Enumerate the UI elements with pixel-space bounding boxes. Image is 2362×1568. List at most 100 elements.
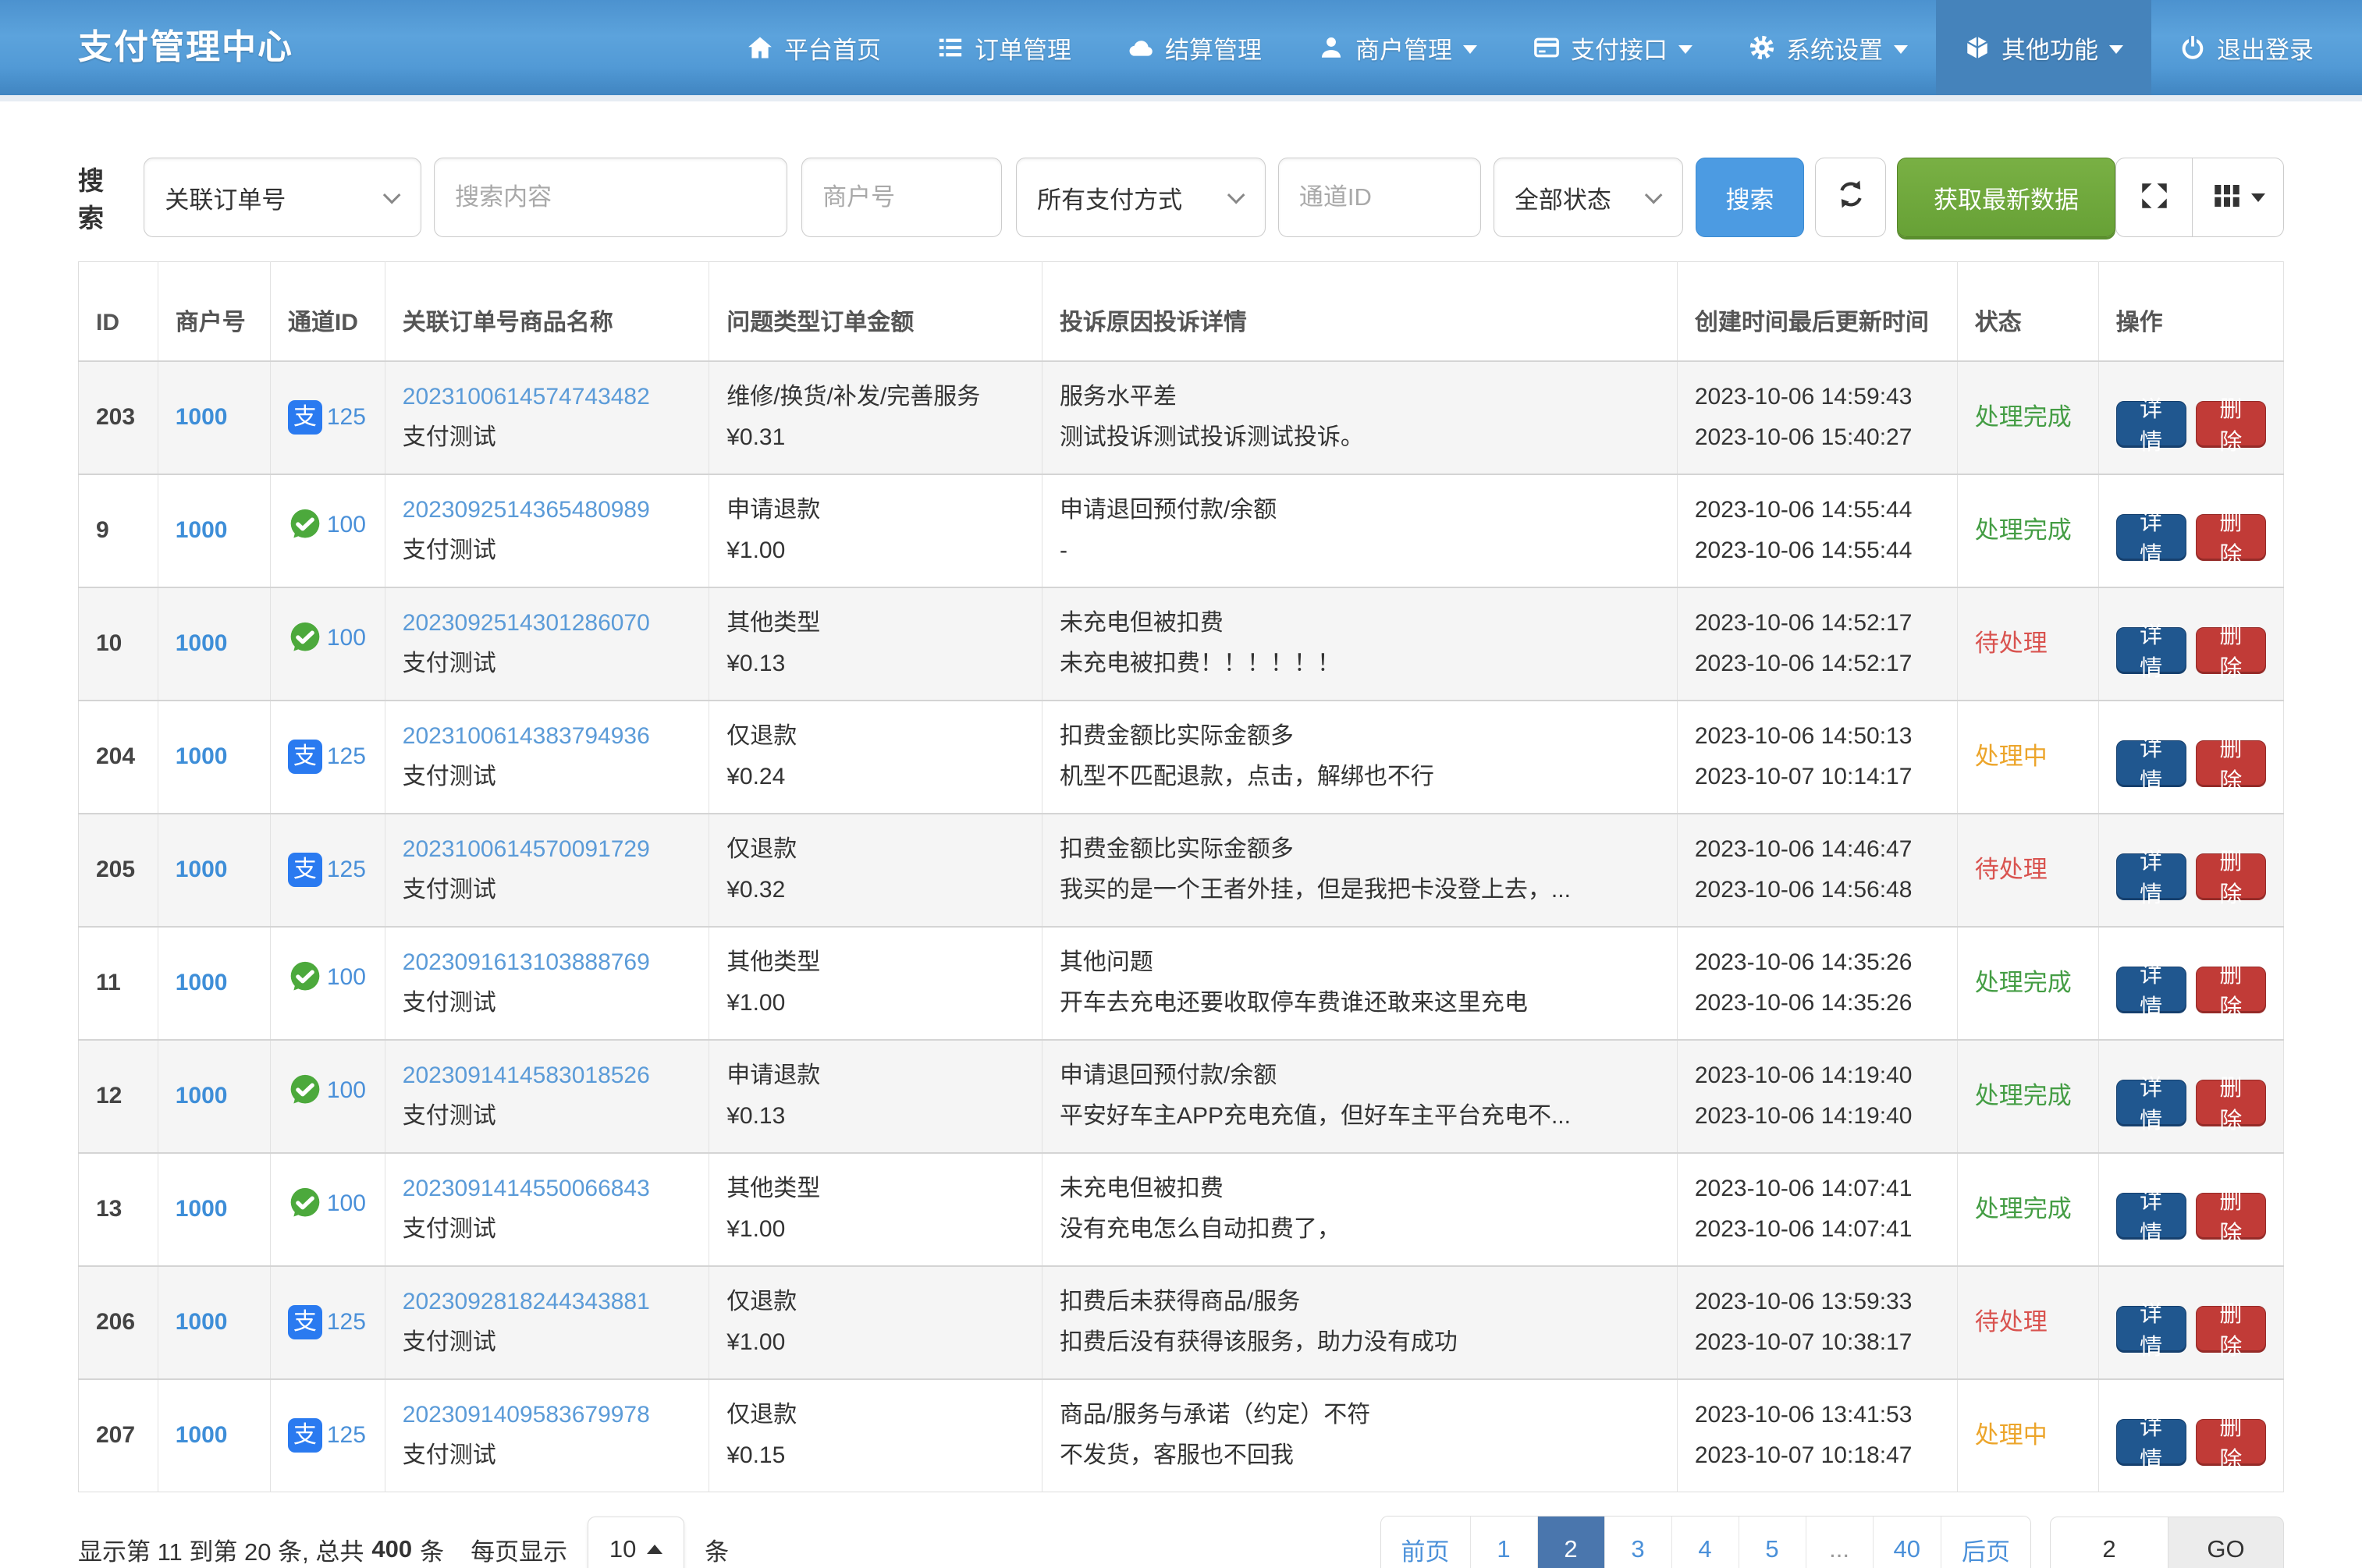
- product-name: 支付测试: [403, 1096, 691, 1137]
- delete-button[interactable]: 删除: [2196, 1193, 2266, 1238]
- table-row: 207 1000 支 125 2023091409583679978 支付测试 …: [79, 1379, 2284, 1492]
- page-button-current[interactable]: 2: [1537, 1517, 1604, 1568]
- nav-item-settlement[interactable]: 结算管理: [1099, 0, 1290, 95]
- search-type-select[interactable]: 关联订单号: [144, 158, 421, 237]
- delete-button[interactable]: 删除: [2196, 1080, 2266, 1125]
- search-button[interactable]: 搜索: [1696, 158, 1804, 237]
- cell-times: 2023-10-06 13:59:33 2023-10-07 10:38:17: [1677, 1266, 1957, 1379]
- cell-merchant: 1000: [158, 1153, 270, 1266]
- detail-button[interactable]: 详情: [2116, 967, 2186, 1012]
- order-link[interactable]: 2023100614574743482: [403, 377, 691, 417]
- cell-status: 处理中: [1957, 701, 2098, 814]
- fullscreen-button[interactable]: [2115, 158, 2192, 237]
- order-link[interactable]: 2023092514301286070: [403, 603, 691, 644]
- order-link[interactable]: 2023091409583679978: [403, 1395, 691, 1435]
- columns-button[interactable]: [2192, 158, 2284, 237]
- detail-button[interactable]: 详情: [2116, 401, 2186, 446]
- wechat-icon: [288, 1073, 322, 1108]
- cell-merchant: 1000: [158, 1379, 270, 1492]
- page-button[interactable]: 1: [1470, 1517, 1537, 1568]
- goto-page-input[interactable]: [2050, 1517, 2168, 1568]
- nav-item-other[interactable]: 其他功能: [1936, 0, 2151, 95]
- nav-item-home[interactable]: 平台首页: [719, 0, 909, 95]
- detail-button[interactable]: 详情: [2116, 740, 2186, 786]
- detail-button[interactable]: 详情: [2116, 1419, 2186, 1464]
- delete-button[interactable]: 删除: [2196, 514, 2266, 559]
- status-select[interactable]: 全部状态: [1494, 158, 1683, 237]
- order-link[interactable]: 2023091414550066843: [403, 1169, 691, 1209]
- chevron-down-icon: [2109, 45, 2123, 54]
- cell-issue: 仅退款 ¥0.15: [709, 1379, 1042, 1492]
- cell-channel: 100: [270, 587, 385, 701]
- merchant-link[interactable]: 1000: [176, 1196, 228, 1222]
- refresh-button[interactable]: [1815, 158, 1886, 237]
- detail-button[interactable]: 详情: [2116, 1080, 2186, 1125]
- detail-button[interactable]: 详情: [2116, 1193, 2186, 1238]
- detail-button[interactable]: 详情: [2116, 1306, 2186, 1351]
- cell-merchant: 1000: [158, 814, 270, 927]
- page-button[interactable]: 后页: [1941, 1517, 2030, 1568]
- page-button[interactable]: ...: [1806, 1517, 1873, 1568]
- pay-type-select[interactable]: 所有支付方式: [1016, 158, 1266, 237]
- page-button[interactable]: 4: [1671, 1517, 1739, 1568]
- cell-status: 待处理: [1957, 587, 2098, 701]
- merchant-link[interactable]: 1000: [176, 970, 228, 995]
- fetch-latest-button[interactable]: 获取最新数据: [1897, 158, 2115, 237]
- cell-issue: 仅退款 ¥0.32: [709, 814, 1042, 927]
- merchant-link[interactable]: 1000: [176, 857, 228, 882]
- cell-id: 203: [79, 361, 158, 474]
- detail-button[interactable]: 详情: [2116, 514, 2186, 559]
- order-link[interactable]: 2023092514365480989: [403, 490, 691, 530]
- cell-order: 2023100614570091729 支付测试: [385, 814, 709, 927]
- cell-times: 2023-10-06 14:07:41 2023-10-06 14:07:41: [1677, 1153, 1957, 1266]
- merchant-link[interactable]: 1000: [176, 743, 228, 769]
- cell-times: 2023-10-06 14:50:13 2023-10-07 10:14:17: [1677, 701, 1957, 814]
- merchant-link[interactable]: 1000: [176, 404, 228, 430]
- delete-button[interactable]: 删除: [2196, 1306, 2266, 1351]
- search-content-input[interactable]: [434, 158, 787, 237]
- cell-id: 12: [79, 1040, 158, 1153]
- nav-item-system[interactable]: 系统设置: [1721, 0, 1936, 95]
- nav-item-orders[interactable]: 订单管理: [909, 0, 1099, 95]
- order-link[interactable]: 2023091613103888769: [403, 942, 691, 983]
- product-name: 支付测试: [403, 1322, 691, 1363]
- chevron-down-icon: [383, 186, 401, 204]
- delete-button[interactable]: 删除: [2196, 401, 2266, 446]
- page-button[interactable]: 3: [1604, 1517, 1671, 1568]
- nav-item-pay-api[interactable]: 支付接口: [1505, 0, 1721, 95]
- delete-button[interactable]: 删除: [2196, 1419, 2266, 1464]
- delete-button[interactable]: 删除: [2196, 967, 2266, 1012]
- order-link[interactable]: 2023100614570091729: [403, 829, 691, 870]
- merchant-link[interactable]: 1000: [176, 1309, 228, 1335]
- go-button[interactable]: GO: [2168, 1517, 2284, 1568]
- status-badge: 处理中: [1975, 1421, 2048, 1449]
- merchant-id-input[interactable]: [801, 158, 1002, 237]
- page-button[interactable]: 5: [1739, 1517, 1806, 1568]
- delete-button[interactable]: 删除: [2196, 740, 2266, 786]
- merchant-link[interactable]: 1000: [176, 630, 228, 656]
- nav-item-merchants[interactable]: 商户管理: [1290, 0, 1505, 95]
- page-button[interactable]: 40: [1873, 1517, 1941, 1568]
- merchant-link[interactable]: 1000: [176, 1083, 228, 1109]
- cell-times: 2023-10-06 14:55:44 2023-10-06 14:55:44: [1677, 474, 1957, 587]
- order-link[interactable]: 2023091414583018526: [403, 1055, 691, 1096]
- merchant-link[interactable]: 1000: [176, 517, 228, 543]
- power-icon: [2179, 34, 2206, 61]
- per-page-select[interactable]: 10: [588, 1517, 684, 1568]
- cell-id: 205: [79, 814, 158, 927]
- channel-id-input[interactable]: [1278, 158, 1481, 237]
- page-button[interactable]: 前页: [1381, 1517, 1470, 1568]
- table-row: 204 1000 支 125 2023100614383794936 支付测试 …: [79, 701, 2284, 814]
- nav-item-logout[interactable]: 退出登录: [2151, 0, 2342, 95]
- per-page-unit: 条: [705, 1532, 729, 1567]
- delete-button[interactable]: 删除: [2196, 853, 2266, 899]
- order-link[interactable]: 2023100614383794936: [403, 716, 691, 757]
- merchant-link[interactable]: 1000: [176, 1422, 228, 1448]
- delete-button[interactable]: 删除: [2196, 627, 2266, 672]
- order-link[interactable]: 2023092818244343881: [403, 1282, 691, 1322]
- alipay-icon: 支: [288, 400, 322, 435]
- cell-status: 处理完成: [1957, 1153, 2098, 1266]
- column-header: 投诉原因投诉详情: [1042, 262, 1677, 361]
- detail-button[interactable]: 详情: [2116, 627, 2186, 672]
- detail-button[interactable]: 详情: [2116, 853, 2186, 899]
